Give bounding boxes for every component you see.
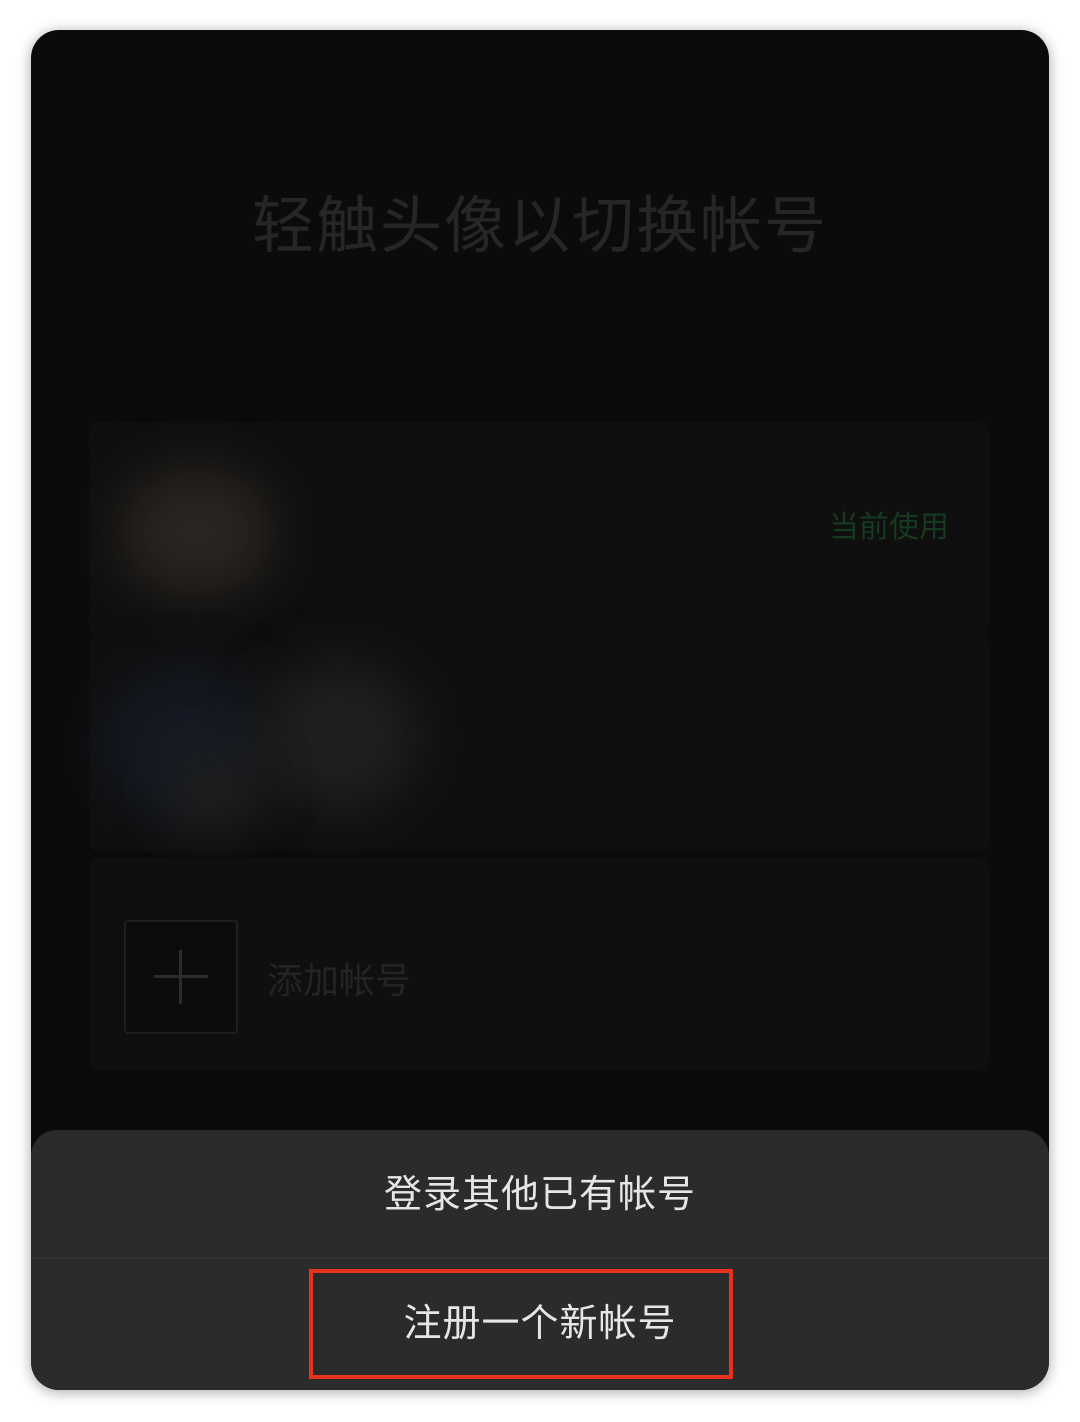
login-existing-account-button[interactable]: 登录其他已有帐号 [31,1130,1049,1258]
phone-screen: 轻触头像以切换帐号 当前使用 添加帐号 登录其他已有帐号 注册一个新帐号 [31,30,1049,1390]
current-account-badge: 当前使用 [829,510,949,545]
avatar [119,467,274,597]
plus-icon[interactable] [124,920,238,1034]
avatar [259,662,419,812]
page-title: 轻触头像以切换帐号 [251,189,828,262]
avatar [169,752,259,832]
highlight-box [309,1269,733,1379]
add-account-label: 添加帐号 [267,961,412,1002]
